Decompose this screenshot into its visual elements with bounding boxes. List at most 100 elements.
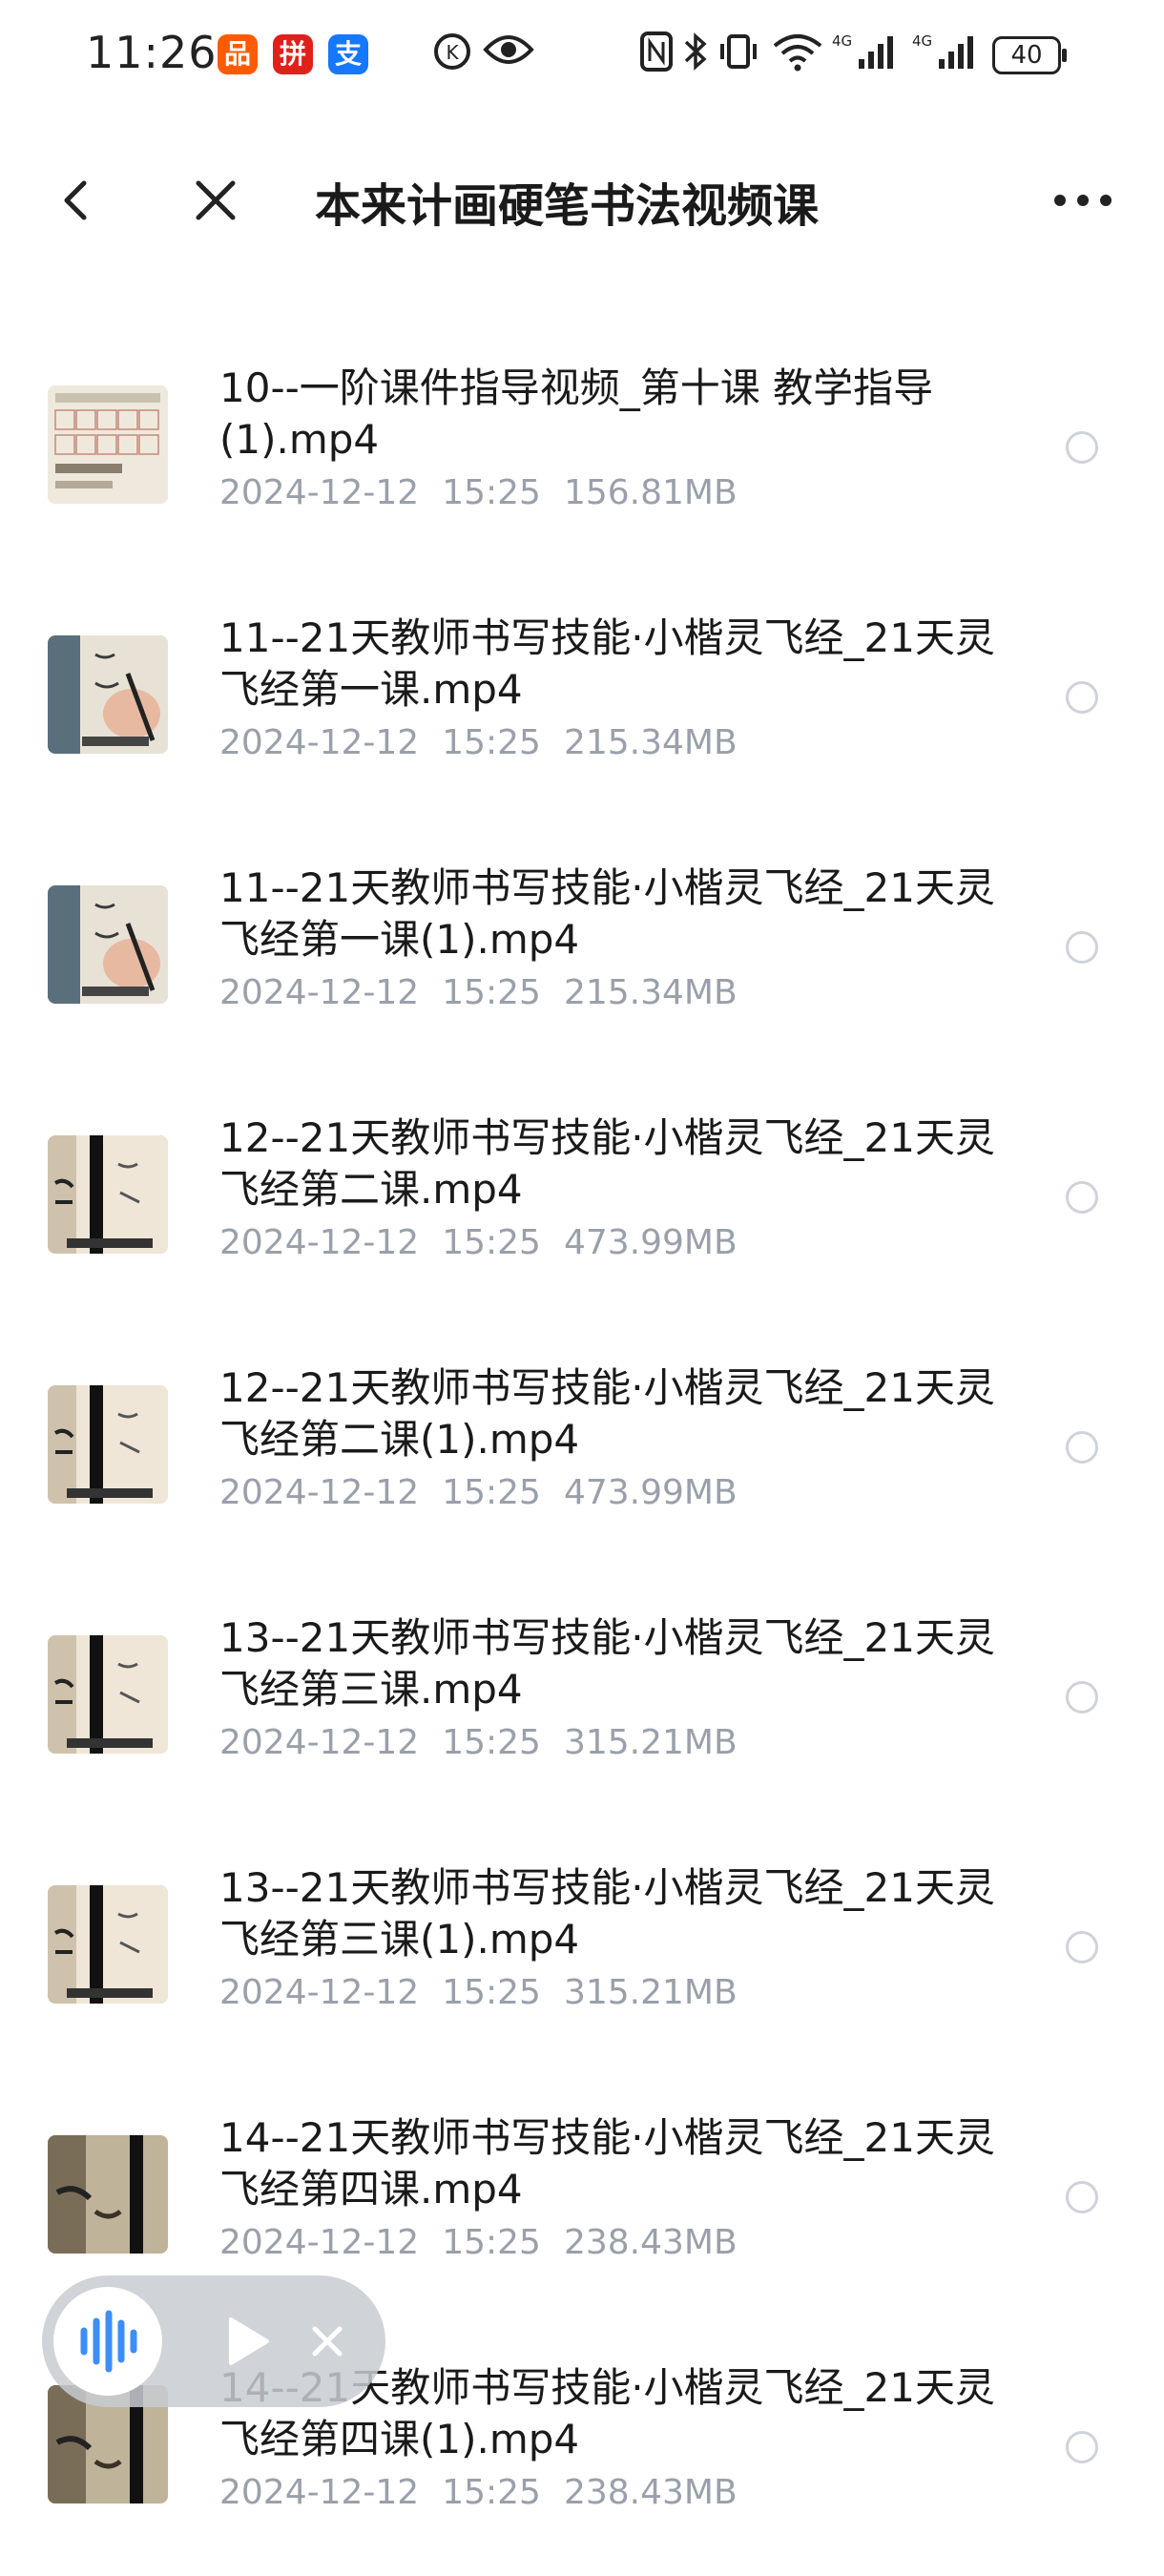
file-date: 2024-12-12 [219,2223,420,2262]
file-date: 2024-12-12 [219,1723,420,1762]
eye-icon [483,31,534,82]
video-thumbnail [48,885,168,1004]
file-time: 15:25 [442,473,541,512]
play-icon [229,2317,269,2365]
file-item[interactable]: 12--21天教师书写技能·小楷灵飞经_21天灵飞经第二课(1).mp4 202… [0,1320,1164,1570]
file-size: 156.81MB [563,473,738,512]
video-thumbnail [48,1885,168,2004]
status-time: 11:26 [86,27,218,78]
file-meta: 2024-12-12 15:25 238.43MB [219,2473,760,2512]
file-name: 14--21天教师书写技能·小楷灵飞经_21天灵飞经第四课.mp4 [219,2114,995,2212]
file-meta: 2024-12-12 15:25 156.81MB [219,473,760,512]
svg-text:K: K [446,41,459,64]
file-size: 215.34MB [563,973,738,1012]
video-thumbnail [48,635,168,754]
svg-text:4G: 4G [832,32,852,50]
select-radio[interactable] [1066,1931,1098,1963]
close-icon [312,2326,343,2357]
play-button[interactable] [214,2308,281,2375]
select-radio[interactable] [1066,1681,1098,1714]
header: 本来计画硬笔书法视频课 [0,143,1164,258]
file-name: 11--21天教师书写技能·小楷灵飞经_21天灵飞经第一课.mp4 [219,614,995,713]
file-date: 2024-12-12 [219,473,420,512]
select-radio[interactable] [1066,2431,1098,2463]
file-date: 2024-12-12 [219,1223,420,1262]
file-date: 2024-12-12 [219,723,420,762]
page-title: 本来计画硬笔书法视频课 [315,179,820,233]
file-meta: 2024-12-12 15:25 473.99MB [219,1223,760,1262]
file-size: 473.99MB [563,1473,738,1512]
signal-4g-icon: 4G [912,31,979,86]
file-name: 13--21天教师书写技能·小楷灵飞经_21天灵飞经第三课(1).mp4 [219,1864,995,1963]
more-icon [1054,195,1112,206]
back-button[interactable] [48,172,105,229]
file-item[interactable]: 10--一阶课件指导视频_第十课 教学指导(1).mp4 2024-12-12 1… [0,321,1164,571]
wifi-icon [771,31,824,86]
more-button[interactable] [1045,181,1121,219]
video-thumbnail [48,1635,168,1754]
file-item[interactable]: 13--21天教师书写技能·小楷灵飞经_21天灵飞经第三课(1).mp4 202… [0,1820,1164,2070]
file-meta: 2024-12-12 15:25 215.34MB [219,973,760,1012]
floating-player[interactable] [42,2275,385,2407]
video-thumbnail [48,2135,168,2254]
file-name: 11--21天教师书写技能·小楷灵飞经_21天灵飞经第一课(1).mp4 [219,864,995,963]
file-time: 15:25 [442,1973,541,2012]
file-meta: 2024-12-12 15:25 215.34MB [219,723,760,762]
alipay-app-icon: 支 [328,34,368,74]
video-thumbnail [48,1135,168,1254]
close-icon [196,180,236,220]
file-time: 15:25 [442,973,541,1012]
file-size: 215.34MB [563,723,738,762]
select-radio[interactable] [1066,1431,1098,1464]
file-time: 15:25 [442,1723,541,1762]
file-meta: 2024-12-12 15:25 238.43MB [219,2223,760,2262]
bluetooth-icon [683,31,708,86]
file-item[interactable]: 13--21天教师书写技能·小楷灵飞经_21天灵飞经第三课.mp4 2024-1… [0,1570,1164,1820]
select-radio[interactable] [1066,2181,1098,2213]
battery-indicator: 40 [992,36,1067,74]
file-size: 315.21MB [563,1973,738,2012]
file-size: 238.43MB [563,2223,738,2262]
select-radio[interactable] [1066,431,1098,464]
video-thumbnail [48,1385,168,1504]
file-date: 2024-12-12 [219,1973,420,2012]
file-name: 10--一阶课件指导视频_第十课 教学指导(1).mp4 [219,364,934,463]
select-radio[interactable] [1066,931,1098,964]
voice-button[interactable] [53,2287,162,2396]
file-name: 12--21天教师书写技能·小楷灵飞经_21天灵飞经第二课.mp4 [219,1114,995,1213]
data-saver-icon: K [431,31,473,86]
file-name: 12--21天教师书写技能·小楷灵飞经_21天灵飞经第二课(1).mp4 [219,1364,995,1463]
file-size: 315.21MB [563,1723,738,1762]
file-meta: 2024-12-12 15:25 315.21MB [219,1973,760,2012]
taobao-app-icon: 品 [218,34,258,74]
file-name: 13--21天教师书写技能·小楷灵飞经_21天灵飞经第三课.mp4 [219,1614,995,1713]
file-item[interactable]: 11--21天教师书写技能·小楷灵飞经_21天灵飞经第一课(1).mp4 202… [0,821,1164,1070]
file-meta: 2024-12-12 15:25 473.99MB [219,1473,760,1512]
float-close-button[interactable] [301,2316,353,2367]
audio-wave-icon [80,2310,137,2373]
close-button[interactable] [187,172,244,229]
chevron-left-icon [64,180,87,220]
signal-4g-icon: 4G [832,31,899,86]
vibrate-icon [717,31,759,86]
nfc-icon [639,31,674,86]
svg-text:4G: 4G [912,32,932,50]
file-meta: 2024-12-12 15:25 315.21MB [219,1723,760,1762]
file-item[interactable]: 11--21天教师书写技能·小楷灵飞经_21天灵飞经第一课.mp4 2024-1… [0,571,1164,821]
file-date: 2024-12-12 [219,973,420,1012]
select-radio[interactable] [1066,1181,1098,1214]
file-time: 15:25 [442,1223,541,1262]
file-date: 2024-12-12 [219,2473,420,2512]
file-item[interactable]: 12--21天教师书写技能·小楷灵飞经_21天灵飞经第二课.mp4 2024-1… [0,1070,1164,1320]
pinduoduo-app-icon: 拼 [273,34,313,74]
file-size: 238.43MB [563,2473,738,2512]
status-bar: 11:26 品 拼 支 K 4G 4G 40 [0,0,1164,114]
file-date: 2024-12-12 [219,1473,420,1512]
file-time: 15:25 [442,723,541,762]
file-time: 15:25 [442,2223,541,2262]
select-radio[interactable] [1066,681,1098,714]
file-time: 15:25 [442,1473,541,1512]
video-thumbnail [48,385,168,504]
file-time: 15:25 [442,2473,541,2512]
file-size: 473.99MB [563,1223,738,1262]
